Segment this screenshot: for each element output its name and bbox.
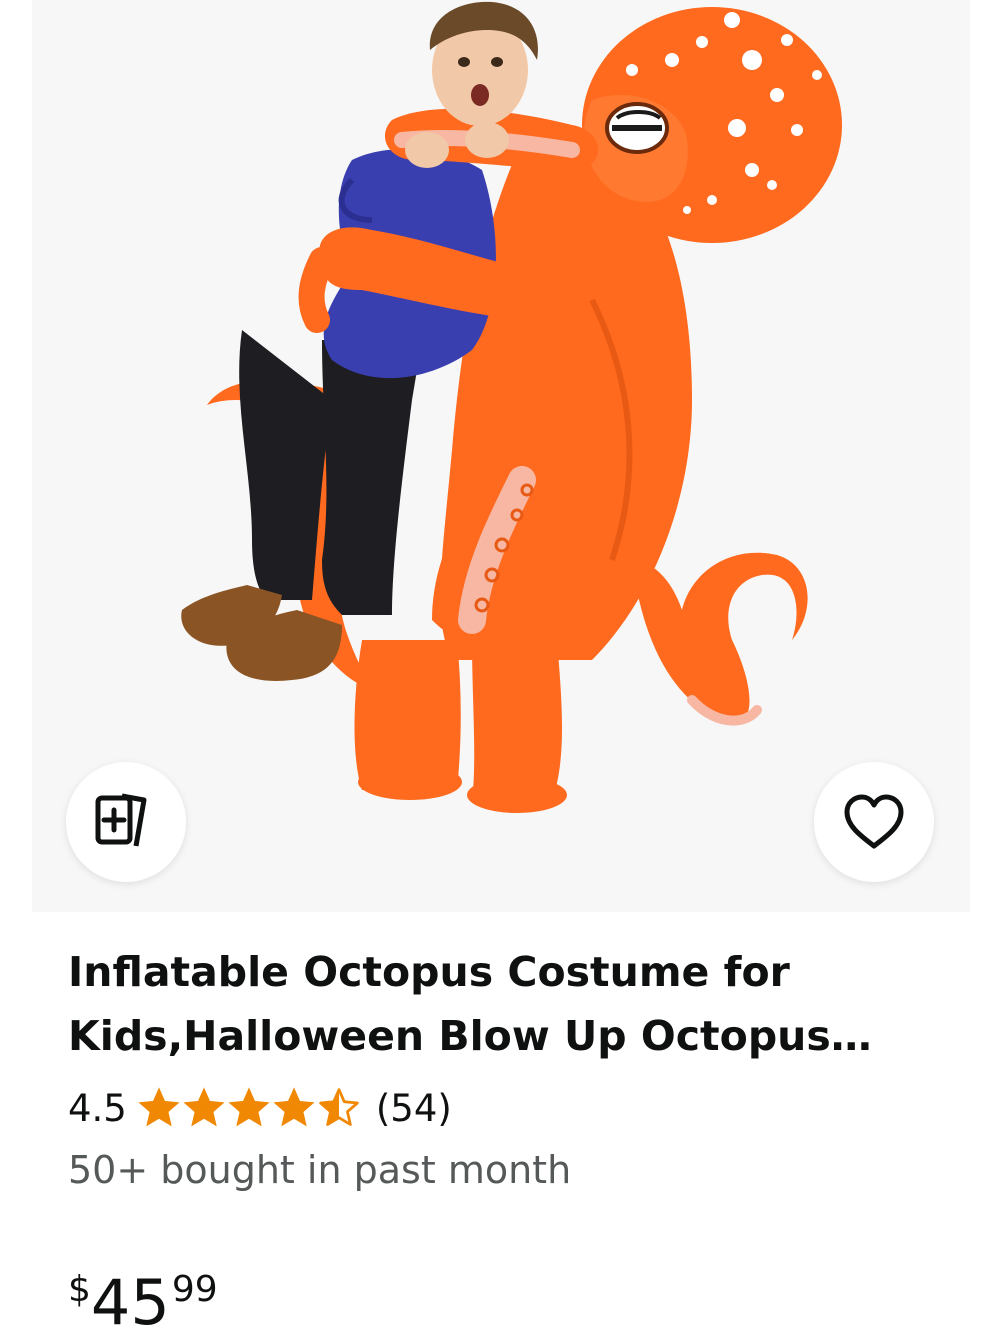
star-rating xyxy=(137,1086,362,1130)
star-icon xyxy=(273,1087,315,1127)
bought-in-past-month: 50+ bought in past month xyxy=(68,1148,572,1192)
product-card[interactable]: Inflatable Octopus Costume for Kids,Hall… xyxy=(32,0,970,1333)
compare-cards-icon xyxy=(95,793,147,847)
wishlist-button[interactable] xyxy=(814,762,934,882)
product-info: Inflatable Octopus Costume for Kids,Hall… xyxy=(68,940,948,1198)
rating-row[interactable]: 4.5 (54) xyxy=(68,1082,948,1134)
price-whole: 45 xyxy=(90,1266,170,1333)
star-icon xyxy=(228,1087,270,1127)
price-fraction: 99 xyxy=(171,1269,218,1310)
compare-button[interactable] xyxy=(66,762,186,882)
star-icon xyxy=(183,1087,225,1127)
review-count[interactable]: (54) xyxy=(376,1087,452,1130)
star-icon xyxy=(138,1087,180,1127)
product-title[interactable]: Inflatable Octopus Costume for Kids,Hall… xyxy=(68,940,948,1068)
page: Inflatable Octopus Costume for Kids,Hall… xyxy=(0,0,1000,1333)
price: $ 45 99 xyxy=(68,1262,218,1333)
product-image[interactable] xyxy=(32,0,970,912)
product-image-area[interactable] xyxy=(32,0,970,912)
star-half-icon xyxy=(319,1088,359,1126)
price-currency-symbol: $ xyxy=(68,1269,91,1310)
rating-value: 4.5 xyxy=(68,1086,127,1130)
heart-outline-icon xyxy=(844,794,904,849)
